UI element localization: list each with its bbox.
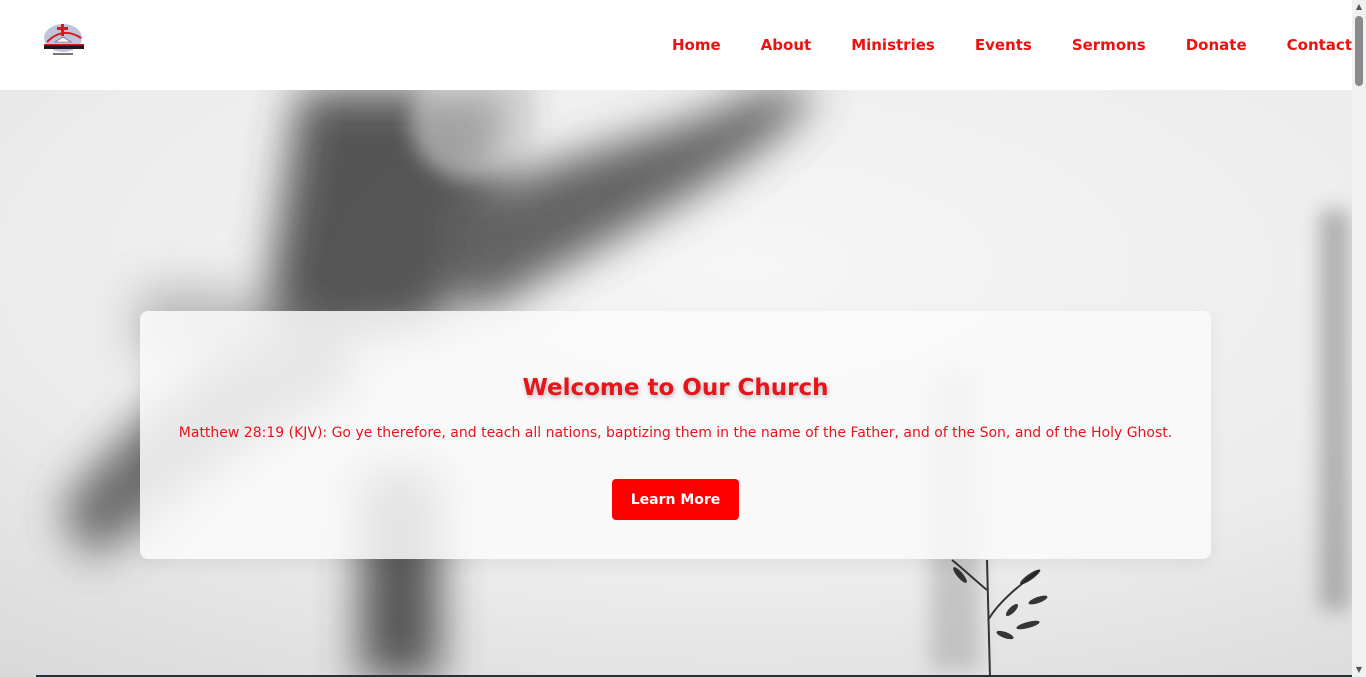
scrollbar-thumb[interactable] (1355, 16, 1363, 86)
welcome-title: Welcome to Our Church (522, 375, 829, 401)
page: Home About Ministries Events Sermons Don… (0, 0, 1366, 677)
nav-home[interactable]: Home (672, 34, 721, 56)
learn-more-button[interactable]: Learn More (612, 479, 739, 520)
church-logo-icon[interactable] (41, 20, 87, 60)
page-scrollbar[interactable]: ▲ ▼ (1352, 0, 1366, 677)
main-nav: Home About Ministries Events Sermons Don… (672, 34, 1352, 56)
nav-ministries[interactable]: Ministries (851, 34, 935, 56)
nav-donate[interactable]: Donate (1186, 34, 1247, 56)
chevron-up-icon[interactable]: ▲ (1352, 0, 1366, 14)
chevron-down-icon[interactable]: ▼ (1352, 663, 1366, 677)
hero-section: Welcome to Our Church Matthew 28:19 (KJV… (0, 90, 1352, 677)
nav-sermons[interactable]: Sermons (1072, 34, 1146, 56)
nav-contact[interactable]: Contact (1287, 34, 1352, 56)
scripture-verse: Matthew 28:19 (KJV): Go ye therefore, an… (178, 425, 1173, 441)
welcome-card: Welcome to Our Church Matthew 28:19 (KJV… (140, 311, 1211, 559)
nav-events[interactable]: Events (975, 34, 1032, 56)
site-header: Home About Ministries Events Sermons Don… (0, 0, 1352, 90)
nav-about[interactable]: About (761, 34, 812, 56)
